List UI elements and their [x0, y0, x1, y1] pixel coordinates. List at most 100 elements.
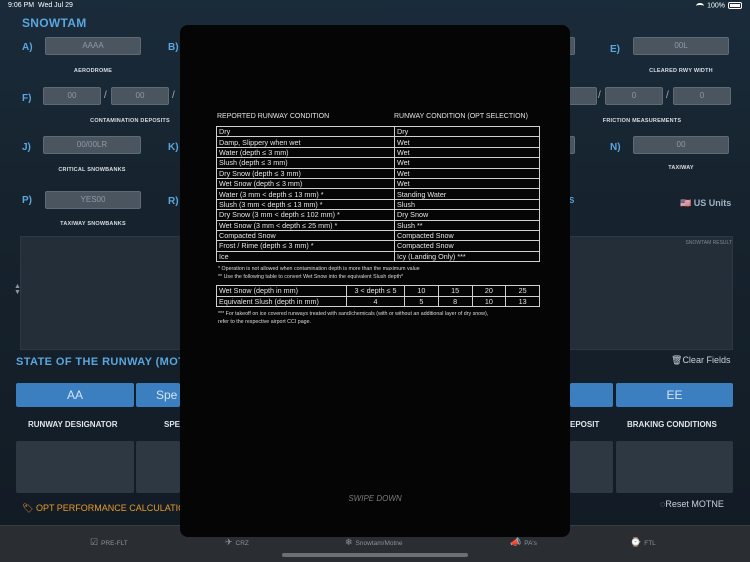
cleared-rwy-width-input[interactable]: 00L	[633, 37, 729, 55]
specification-box[interactable]	[136, 441, 180, 493]
field-r-letter: R)	[168, 196, 179, 207]
tab-ftl[interactable]: ⌚ FTL	[630, 537, 656, 548]
table-cell: Standing Water	[394, 188, 540, 200]
table-cell: Wet	[394, 136, 540, 148]
swipe-down-hint[interactable]: SWIPE DOWN	[180, 494, 570, 503]
tab-label: Snowtam/Motne	[355, 540, 403, 547]
runway-designator-header: RUNWAY DESIGNATOR	[28, 420, 118, 429]
runway-condition-modal[interactable]: REPORTED RUNWAY CONDITION RUNWAY CONDITI…	[180, 25, 570, 537]
opt-performance-link[interactable]: 🏷 OPT PERFORMANCE CALCULATIO	[22, 503, 185, 514]
table-cell: Compacted Snow	[216, 229, 395, 242]
table-row: Water (depth ≤ 3 mm) Wet	[216, 146, 540, 159]
opt-selection-header: RUNWAY CONDITION (OPT SELECTION)	[394, 113, 528, 120]
tab-label: FTL	[644, 540, 656, 547]
table-cell: 4	[346, 295, 405, 307]
tab-pre-flt[interactable]: ☑ PRE-FLT	[90, 537, 128, 548]
field-e-letter: E)	[610, 44, 620, 55]
cleared-rwy-width-caption: CLEARED RWY WIDTH	[649, 68, 713, 74]
reported-condition-header: REPORTED RUNWAY CONDITION	[217, 113, 330, 120]
tab-pas[interactable]: 📣 PA's	[510, 537, 537, 548]
table-cell: 3 < depth ≤ 5	[346, 285, 405, 297]
tab-label: PA's	[524, 540, 537, 547]
tab-snowtam-motne[interactable]: ❄ Snowtam/Motne	[345, 537, 403, 548]
units-toggle[interactable]: 🇺🇸 US Units	[680, 198, 731, 209]
slash-separator: /	[104, 90, 107, 101]
field-p-letter: P)	[22, 195, 32, 206]
table-cell: 5	[404, 295, 439, 307]
scroll-arrows-icon[interactable]: ▲ ▼	[14, 283, 21, 296]
table-cell: Wet	[394, 167, 540, 179]
checkbox-icon: ☑	[90, 537, 99, 547]
us-flag-icon: 🇺🇸	[680, 198, 692, 208]
reset-motne-button[interactable]: ◌Reset MOTNE	[660, 499, 724, 509]
runway-designator-segment[interactable]: AA	[16, 383, 134, 407]
contamination-input-2[interactable]: 00	[111, 87, 169, 105]
clear-fields-label: Clear Fields	[682, 355, 731, 365]
table-cell: Dry	[216, 125, 395, 138]
table-cell: 8	[437, 295, 473, 307]
table-row: Slush (depth ≤ 3 mm) Wet	[216, 157, 540, 169]
friction-input-3[interactable]: 0	[673, 87, 731, 105]
table-cell: Slush	[394, 198, 540, 211]
table-cell: 10	[471, 295, 507, 307]
table-cell: 13	[505, 295, 540, 307]
braking-conditions-header: BRAKING CONDITIONS	[627, 420, 717, 429]
aerodrome-input[interactable]: AAAA	[45, 37, 141, 55]
taxiway-snowbanks-input[interactable]: YES00	[45, 191, 141, 209]
braking-segment[interactable]: EE	[616, 383, 733, 407]
table-cell: Compacted Snow	[394, 229, 540, 242]
runway-designator-box[interactable]	[16, 441, 134, 493]
footnote-2: ** Use the following table to convert We…	[218, 274, 404, 280]
table-cell: 15	[437, 285, 473, 297]
critical-snowbanks-input[interactable]: 00/00LR	[43, 136, 141, 154]
deposit-segment[interactable]	[570, 383, 613, 407]
home-indicator[interactable]	[282, 553, 468, 557]
clock-icon: ⌚	[630, 537, 642, 547]
taxiway-input[interactable]: 00	[633, 136, 729, 154]
friction-input-2[interactable]: 0	[605, 87, 663, 105]
specification-segment[interactable]: Spe	[136, 383, 180, 407]
field-k-letter: K)	[168, 142, 179, 153]
trash-icon: 🗑	[671, 355, 683, 365]
table-cell: Wet	[394, 157, 540, 169]
status-date: Wed Jul 29	[37, 2, 73, 9]
slash-separator: /	[598, 90, 601, 101]
slash-separator: /	[666, 90, 669, 101]
critical-snowbanks-caption: CRITICAL SNOWBANKS	[58, 167, 126, 173]
table-cell: Wet Snow (depth in mm)	[216, 285, 347, 297]
state-of-runway-title: STATE OF THE RUNWAY (MOTNE	[16, 356, 202, 368]
table-cell: Wet Snow (3 mm < depth ≤ 25 mm) *	[216, 219, 395, 231]
table-row: Slush (3 mm < depth ≤ 13 mm) * Slush	[216, 198, 540, 211]
reset-motne-label: Reset MOTNE	[665, 499, 724, 509]
table-cell: Wet Snow (depth ≤ 3 mm)	[216, 177, 395, 190]
snowflake-icon: ❄	[345, 537, 353, 547]
runway-condition-table: Dry Dry Damp, Slippery when wet Wet Water (d…	[216, 125, 540, 263]
tab-crz[interactable]: ✈ CRZ	[225, 537, 249, 548]
tab-label: CRZ	[235, 540, 249, 547]
table-cell: 25	[505, 285, 540, 297]
friction-caption: FRICTION MEASUREMENTS	[602, 118, 682, 124]
snowtam-result-label: SNOWTAM RESULT	[685, 240, 732, 246]
table-cell: Dry Snow (3 mm < depth ≤ 102 mm) *	[216, 209, 395, 221]
specification-header: SPE	[164, 420, 181, 429]
table-cell: Dry Snow	[394, 209, 540, 221]
aerodrome-caption: AERODROME	[73, 68, 113, 74]
tab-label: PRE-FLT	[101, 540, 128, 547]
table-cell: 10	[404, 285, 439, 297]
table-cell: Damp, Slippery when wet	[216, 136, 395, 148]
table-cell: 20	[471, 285, 507, 297]
footnote-1: * Operation is not allowed when contamin…	[218, 266, 420, 272]
clear-fields-button[interactable]: 🗑Clear Fields	[671, 355, 730, 366]
contamination-input-1[interactable]: 00	[43, 87, 101, 105]
megaphone-icon: 📣	[510, 537, 522, 547]
table-cell: Slush **	[394, 219, 540, 231]
opt-performance-label: OPT PERFORMANCE CALCULATIO	[35, 503, 186, 513]
deposit-box[interactable]	[570, 441, 613, 493]
table-cell: Slush (depth ≤ 3 mm)	[216, 157, 395, 169]
field-a-letter: A)	[22, 42, 33, 53]
table-cell: Slush (3 mm < depth ≤ 13 mm) *	[216, 198, 395, 211]
braking-conditions-box[interactable]	[616, 441, 733, 493]
table-cell: Water (3 mm < depth ≤ 13 mm) *	[216, 188, 395, 200]
taxiway-caption: TAXIWAY	[668, 165, 694, 171]
battery-percent: 100%	[707, 2, 725, 10]
